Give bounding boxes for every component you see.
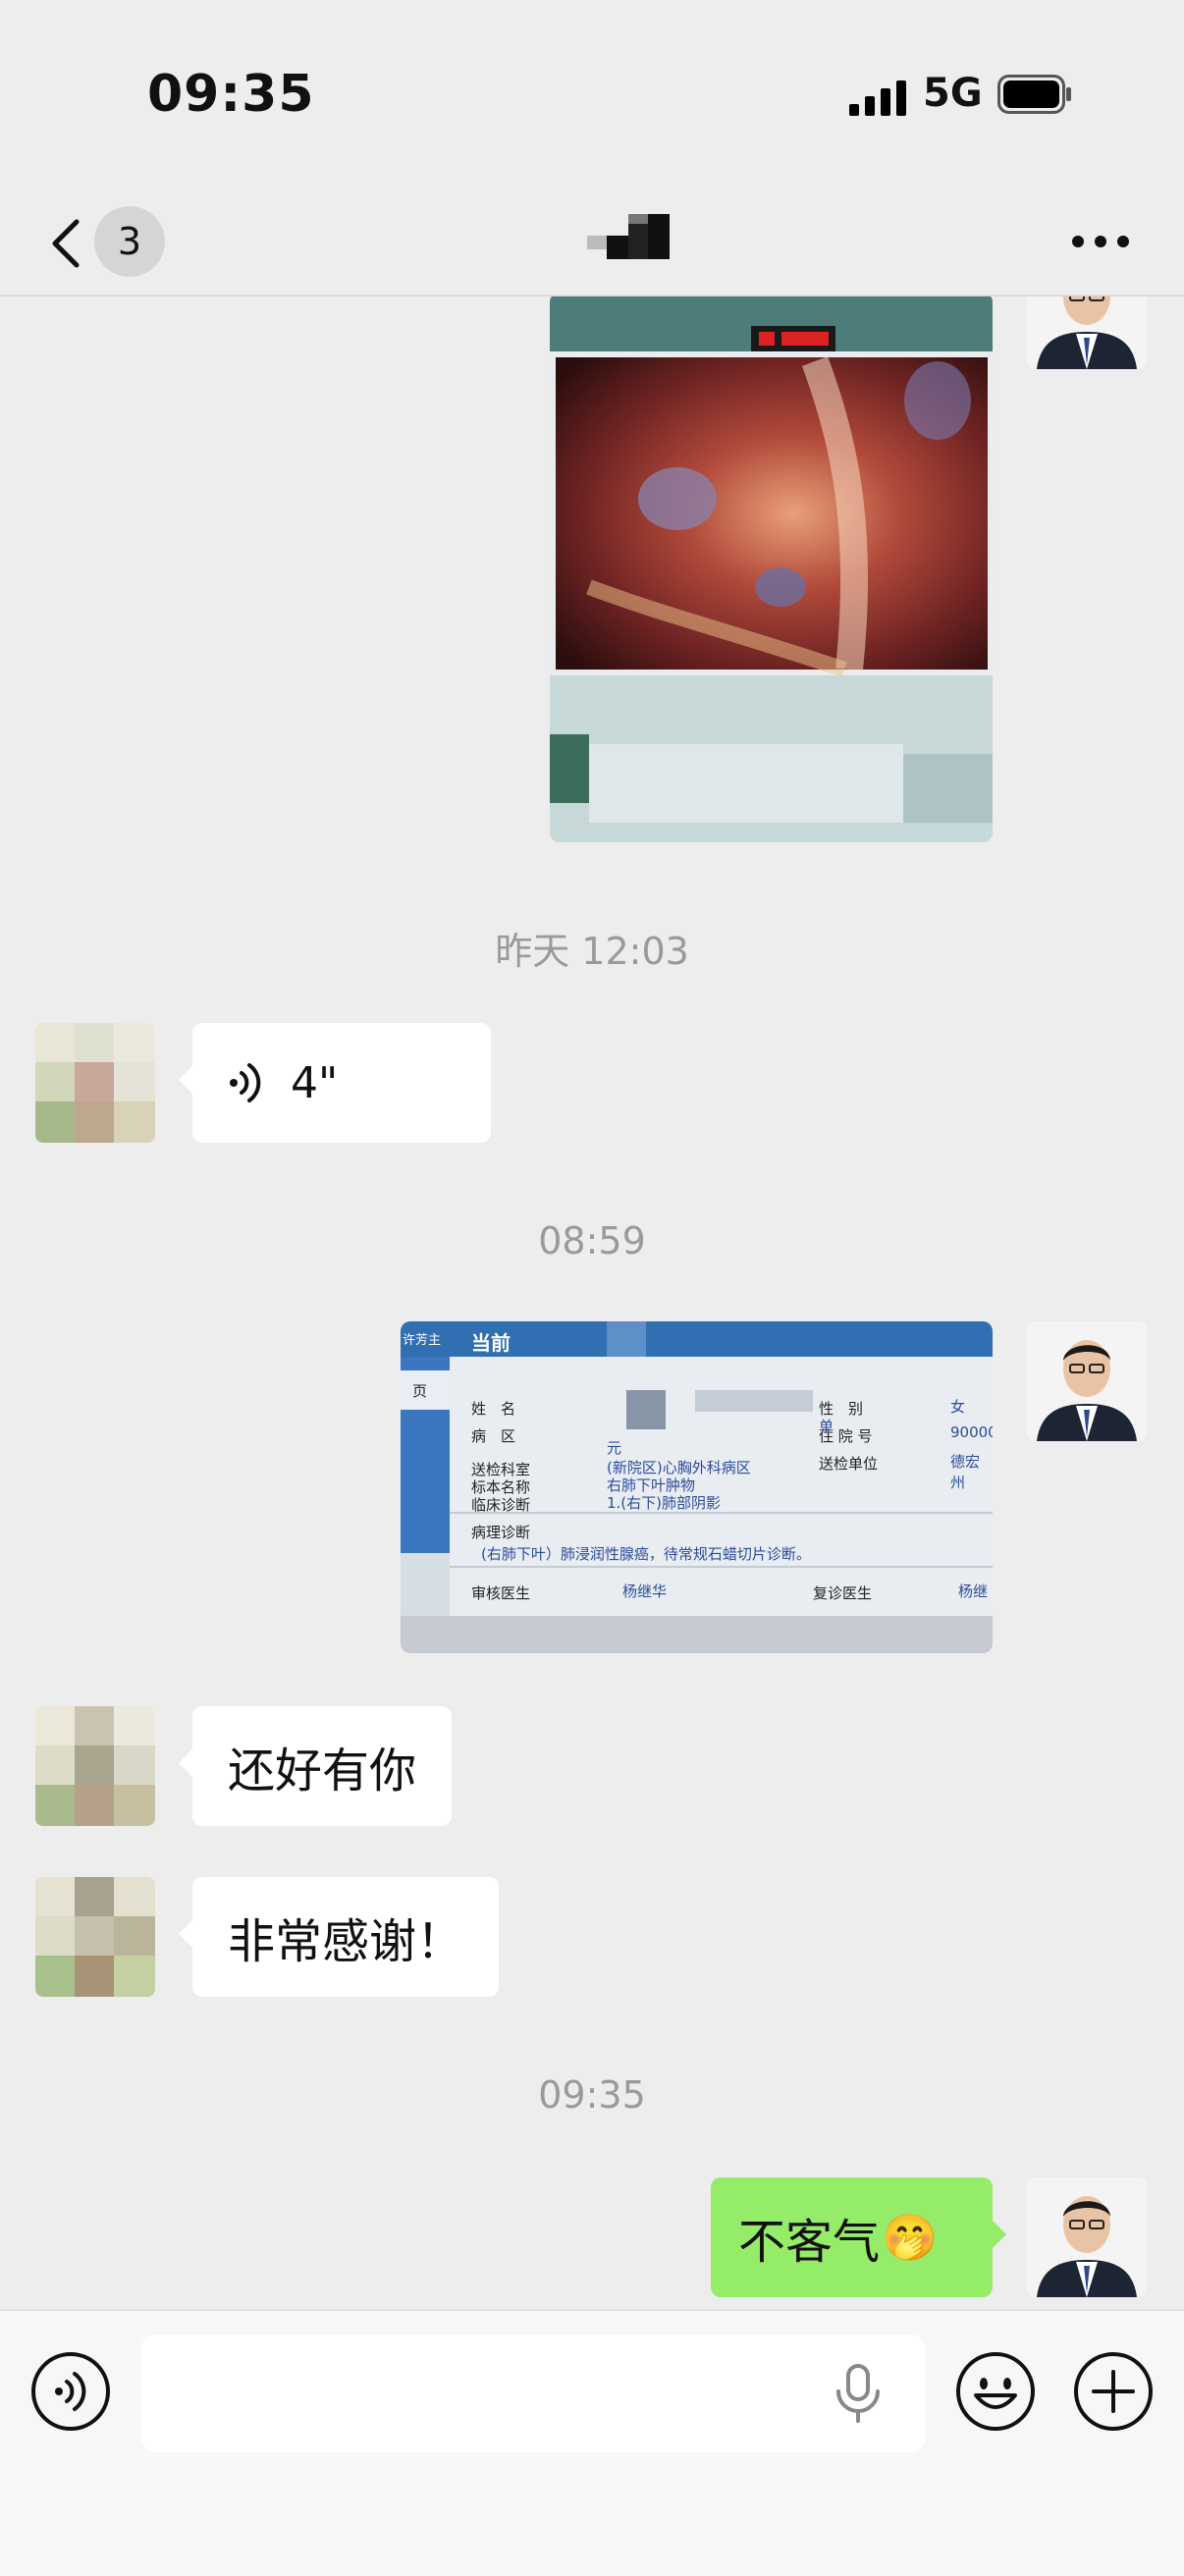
image-message-surgery[interactable] xyxy=(550,296,993,842)
surgery-monitor-photo xyxy=(550,296,993,842)
avatar-portrait-icon xyxy=(1027,2177,1147,2297)
message-input[interactable] xyxy=(141,2334,925,2452)
status-bar: 09:35 5G xyxy=(0,0,1184,187)
report-label: 姓 名 xyxy=(471,1400,516,1418)
chat-title-pixelated xyxy=(587,214,670,259)
report-side-tab: 许芳主 xyxy=(403,1333,442,1348)
timestamp-separator: 昨天 12:03 xyxy=(495,930,689,973)
report-label: 住 院 号 xyxy=(819,1427,873,1445)
unread-count-badge: 3 xyxy=(94,206,165,277)
timestamp-separator: 09:35 xyxy=(538,2073,646,2117)
report-label: 复诊医生 xyxy=(813,1584,873,1602)
emoji-icon[interactable] xyxy=(954,2350,1037,2433)
report-label: 病理诊断 xyxy=(471,1524,531,1541)
microphone-icon[interactable] xyxy=(831,2364,886,2423)
report-label: 审核医生 xyxy=(471,1584,531,1602)
more-dots-icon[interactable] xyxy=(1066,222,1135,261)
network-type: 5G xyxy=(923,71,983,116)
message-text: 非常感谢！ xyxy=(228,1914,464,1969)
text-message-bubble[interactable]: 还好有你 xyxy=(178,1706,453,1826)
report-value: 1.(右下)肺部阴影 xyxy=(607,1494,722,1512)
my-avatar[interactable] xyxy=(1027,2177,1147,2297)
message-text: 不客气 xyxy=(738,2215,881,2270)
contact-avatar[interactable] xyxy=(35,1877,155,1997)
report-value: 杨继华 xyxy=(622,1583,668,1600)
emoji-shy-icon: 🤭 xyxy=(882,2210,939,2264)
report-label: 性 别 xyxy=(819,1400,864,1418)
report-label: 送检单位 xyxy=(819,1455,879,1473)
sent-message-bubble[interactable]: 不客气 🤭 xyxy=(711,2177,1006,2297)
cellular-signal-icon xyxy=(849,80,906,116)
my-avatar[interactable] xyxy=(1027,1321,1147,1441)
report-value: (右肺下叶）肺浸润性腺癌，待常规石蜡切片诊断。 xyxy=(481,1545,811,1563)
voice-mode-icon[interactable] xyxy=(29,2350,112,2433)
report-value: 90000 xyxy=(950,1423,993,1441)
message-text: 还好有你 xyxy=(228,1744,417,1798)
text-message-bubble[interactable]: 非常感谢！ xyxy=(178,1877,500,1997)
avatar-portrait-icon xyxy=(1027,1321,1147,1441)
input-bar xyxy=(0,2309,1184,2576)
battery-icon xyxy=(997,75,1071,114)
back-button[interactable]: 3 xyxy=(39,206,167,277)
report-label: 临床诊断 xyxy=(471,1496,531,1514)
avatar-portrait-icon xyxy=(1027,296,1147,369)
pixelated-avatar-icon xyxy=(35,1877,155,1997)
my-avatar[interactable] xyxy=(1027,296,1147,369)
contact-avatar[interactable] xyxy=(35,1706,155,1826)
report-side-page: 页 xyxy=(412,1382,428,1400)
pixelated-avatar-icon xyxy=(35,1706,155,1826)
pixelated-avatar-icon xyxy=(35,1023,155,1143)
chevron-left-icon xyxy=(52,219,80,268)
chat-header: 3 xyxy=(0,187,1184,296)
plus-circle-icon[interactable] xyxy=(1072,2350,1155,2433)
voice-wave-icon xyxy=(230,1063,261,1102)
message-list[interactable]: 昨天 12:03 4" 08:59 当前 许芳主 页 姓 名 病 区 元 单 送… xyxy=(0,296,1184,2309)
report-value: 杨继 xyxy=(958,1583,989,1600)
report-value: 德宏州 xyxy=(950,1453,981,1491)
voice-message-bubble[interactable]: 4" xyxy=(179,1023,491,1143)
status-time: 09:35 xyxy=(147,65,315,124)
image-message-report[interactable]: 当前 许芳主 页 姓 名 病 区 元 单 送检科室 (新院区)心胸外科病区 标本… xyxy=(401,1321,993,1653)
report-label: 病 区 xyxy=(471,1427,516,1445)
report-value: 女 xyxy=(950,1398,966,1416)
report-value: 元 xyxy=(607,1439,622,1457)
contact-avatar[interactable] xyxy=(35,1023,155,1143)
report-text-layer: 当前 许芳主 页 姓 名 病 区 元 单 送检科室 (新院区)心胸外科病区 标本… xyxy=(401,1321,993,1653)
report-header: 当前 xyxy=(471,1331,511,1355)
voice-duration: 4" xyxy=(291,1057,339,1108)
timestamp-separator: 08:59 xyxy=(538,1219,646,1262)
